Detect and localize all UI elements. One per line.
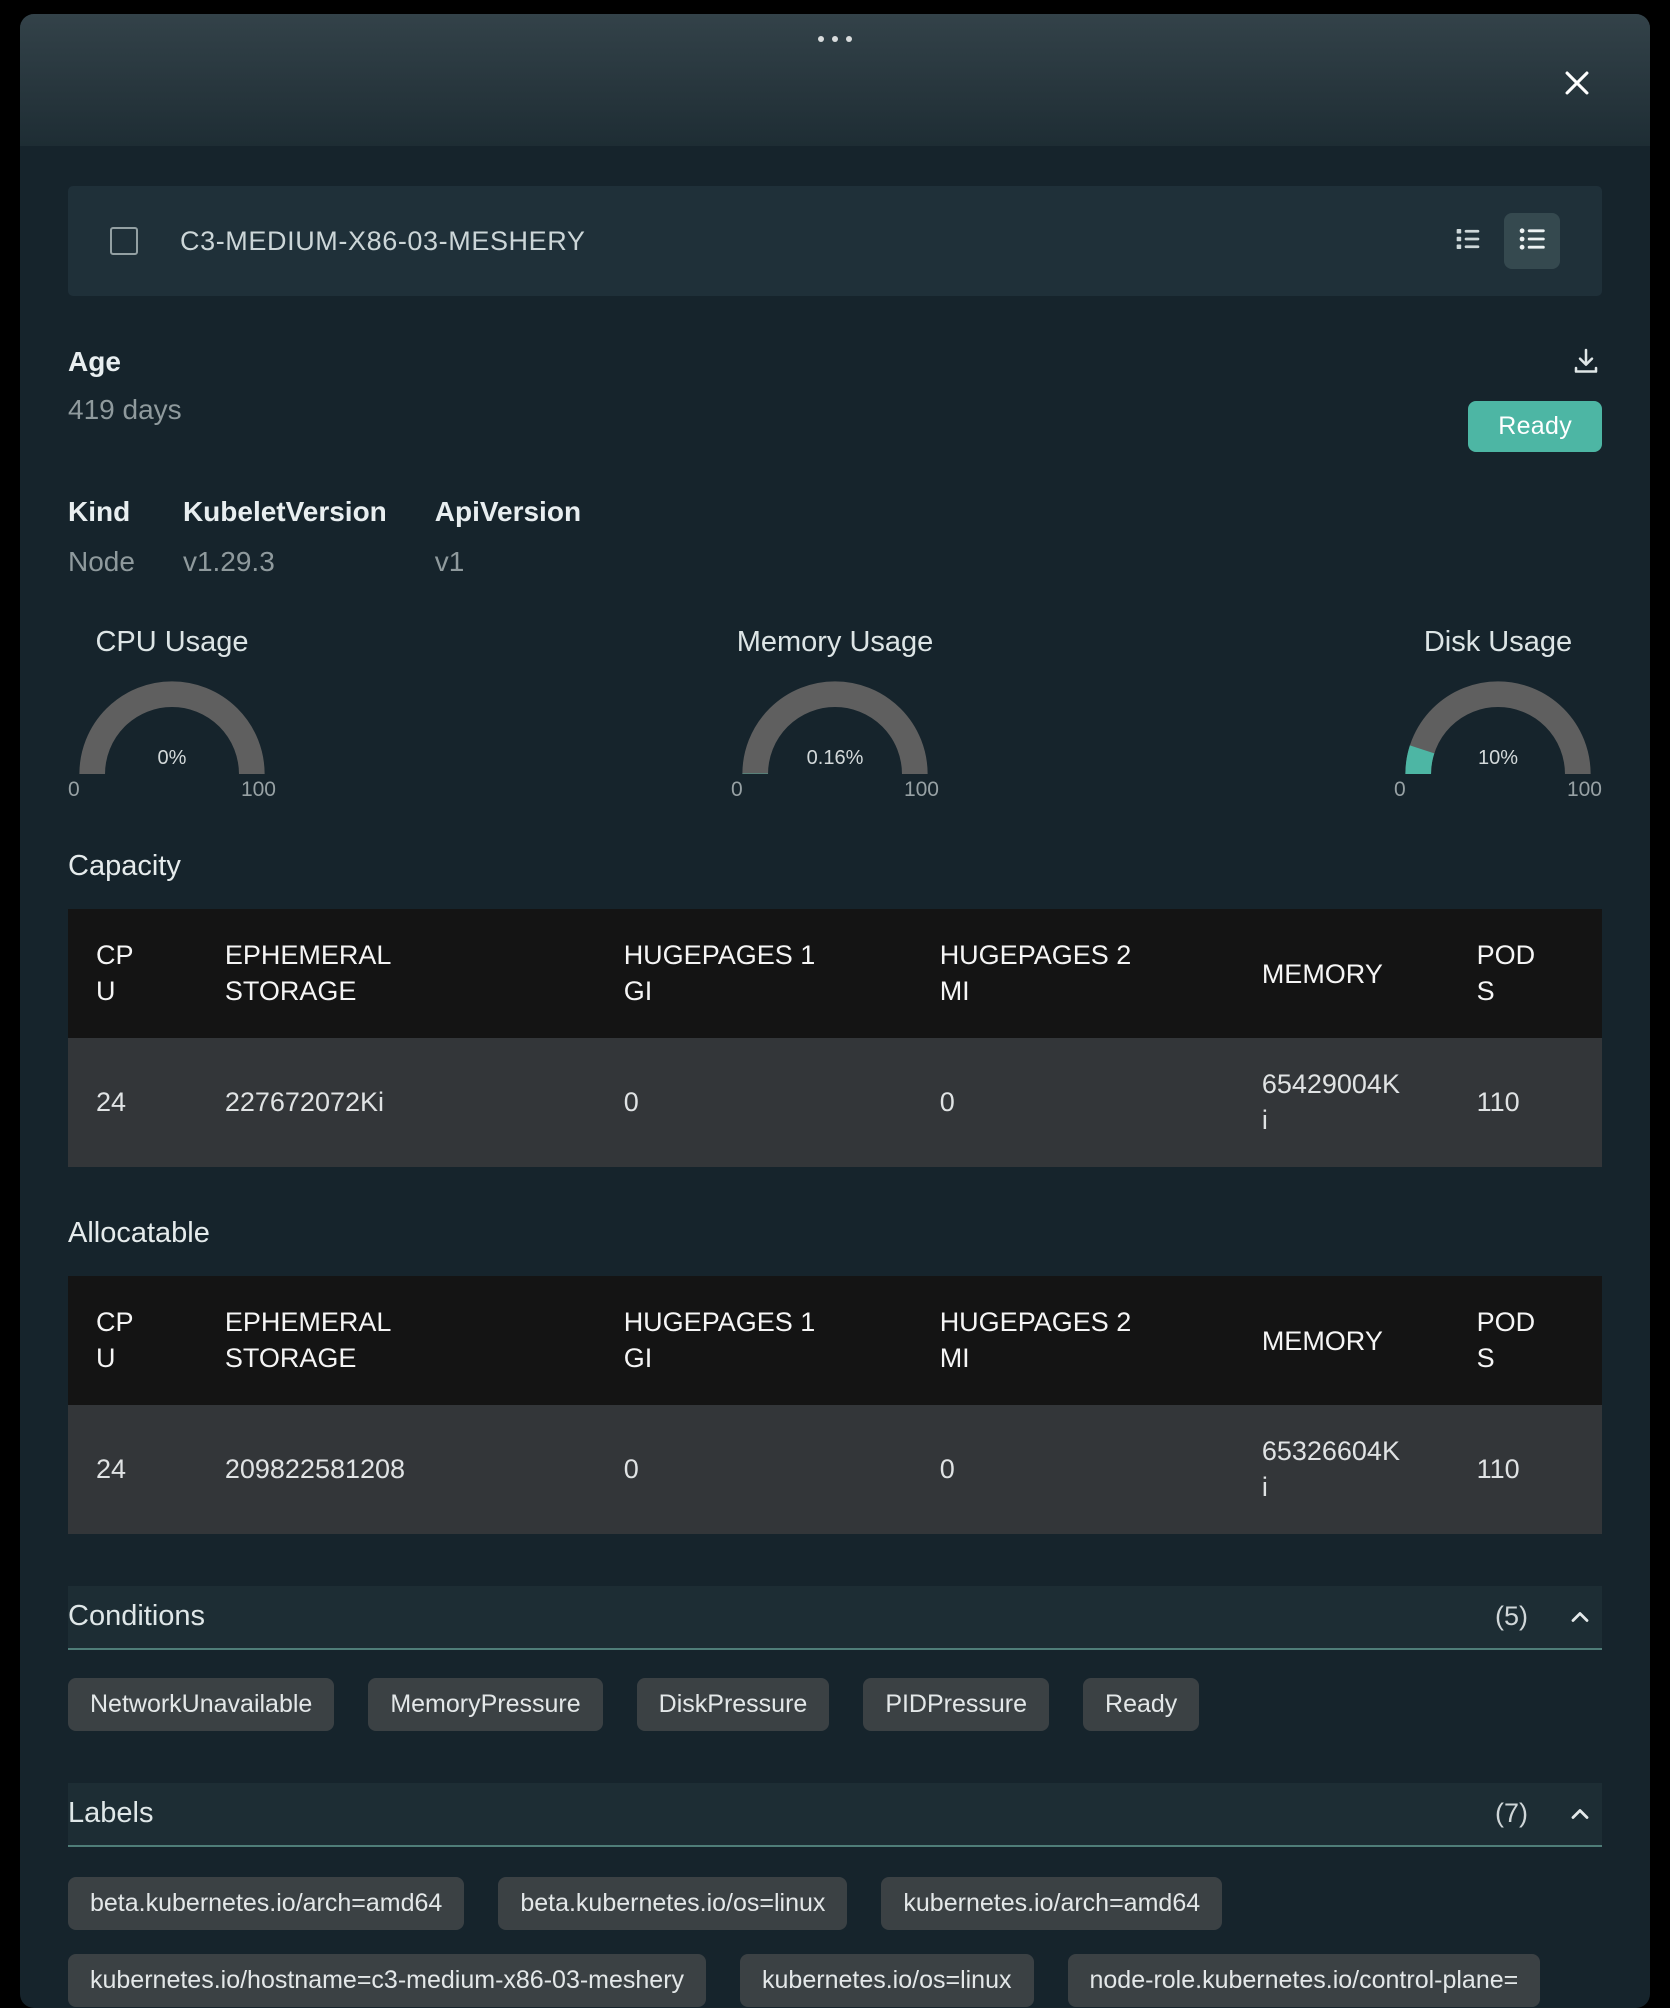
allocatable-table: CPU EPHEMERAL STORAGE HUGEPAGES 1 GI HUG… bbox=[68, 1276, 1602, 1534]
modal-header bbox=[20, 14, 1650, 146]
disk-usage-gauge: Disk Usage 10% 0 100 bbox=[1394, 626, 1602, 802]
kind-value: Node bbox=[68, 546, 135, 578]
meta-api-version: ApiVersion v1 bbox=[435, 496, 581, 578]
allocatable-cpu-value: 24 bbox=[68, 1405, 197, 1534]
chevron-up-icon[interactable] bbox=[1566, 1603, 1594, 1631]
list-view-button[interactable] bbox=[1504, 213, 1560, 269]
allocatable-col-memory: MEMORY bbox=[1234, 1276, 1449, 1405]
detail-view-button[interactable] bbox=[1452, 223, 1484, 260]
conditions-title: Conditions bbox=[68, 1600, 205, 1633]
capacity-hugepages-2mi-value: 0 bbox=[912, 1038, 1234, 1167]
age-value: 419 days bbox=[68, 394, 182, 426]
capacity-table: CPU EPHEMERAL STORAGE HUGEPAGES 1 GI HUG… bbox=[68, 909, 1602, 1167]
detailed-list-icon bbox=[1452, 223, 1484, 260]
capacity-col-hugepages-1gi: HUGEPAGES 1 GI bbox=[596, 909, 912, 1038]
download-icon bbox=[1570, 365, 1602, 382]
gauge-percent: 0.16% bbox=[740, 747, 930, 770]
node-title-card: C3-MEDIUM-X86-03-MESHERY bbox=[68, 186, 1602, 296]
usage-gauges: CPU Usage 0% 0 100 Memory Usage bbox=[68, 626, 1602, 802]
capacity-memory-value: 65429004Ki bbox=[1234, 1038, 1449, 1167]
api-version-label: ApiVersion bbox=[435, 496, 581, 528]
conditions-section-header[interactable]: Conditions (5) bbox=[68, 1586, 1602, 1650]
allocatable-col-pods: PODS bbox=[1449, 1276, 1602, 1405]
capacity-cpu-value: 24 bbox=[68, 1038, 197, 1167]
kind-label: Kind bbox=[68, 496, 135, 528]
gauge-max-label: 100 bbox=[1567, 778, 1602, 802]
condition-chip[interactable]: MemoryPressure bbox=[368, 1678, 602, 1731]
allocatable-col-ephemeral-storage: EPHEMERAL STORAGE bbox=[197, 1276, 596, 1405]
meta-kind: Kind Node bbox=[68, 496, 135, 578]
label-chip[interactable]: kubernetes.io/arch=amd64 bbox=[881, 1877, 1222, 1930]
capacity-col-hugepages-2mi: HUGEPAGES 2 MI bbox=[912, 909, 1234, 1038]
allocatable-title: Allocatable bbox=[68, 1217, 1602, 1250]
meta-kubelet-version: KubeletVersion v1.29.3 bbox=[183, 496, 387, 578]
labels-chip-list: beta.kubernetes.io/arch=amd64 beta.kuber… bbox=[68, 1877, 1602, 2008]
capacity-title: Capacity bbox=[68, 850, 1602, 883]
status-badge: Ready bbox=[1468, 401, 1602, 452]
more-options-dots[interactable] bbox=[812, 30, 858, 48]
cpu-usage-title: CPU Usage bbox=[95, 626, 248, 659]
capacity-col-pods: PODS bbox=[1449, 909, 1602, 1038]
kubelet-version-label: KubeletVersion bbox=[183, 496, 387, 528]
cpu-usage-gauge: CPU Usage 0% 0 100 bbox=[68, 626, 276, 802]
gauge-min-label: 0 bbox=[1394, 778, 1406, 802]
kubelet-version-value: v1.29.3 bbox=[183, 546, 387, 578]
labels-title: Labels bbox=[68, 1797, 153, 1830]
download-button[interactable] bbox=[1570, 346, 1602, 383]
allocatable-col-hugepages-2mi: HUGEPAGES 2 MI bbox=[912, 1276, 1234, 1405]
capacity-hugepages-1gi-value: 0 bbox=[596, 1038, 912, 1167]
capacity-row: 24 227672072Ki 0 0 65429004Ki 110 bbox=[68, 1038, 1602, 1167]
capacity-ephemeral-storage-value: 227672072Ki bbox=[197, 1038, 596, 1167]
gauge-percent: 10% bbox=[1403, 747, 1593, 770]
node-details-modal: C3-MEDIUM-X86-03-MESHERY bbox=[20, 14, 1650, 2008]
condition-chip[interactable]: DiskPressure bbox=[637, 1678, 830, 1731]
conditions-chip-list: NetworkUnavailable MemoryPressure DiskPr… bbox=[68, 1678, 1602, 1731]
condition-chip[interactable]: NetworkUnavailable bbox=[68, 1678, 334, 1731]
close-icon bbox=[1560, 66, 1594, 105]
allocatable-ephemeral-storage-value: 209822581208 bbox=[197, 1405, 596, 1534]
allocatable-hugepages-1gi-value: 0 bbox=[596, 1405, 912, 1534]
gauge-min-label: 0 bbox=[731, 778, 743, 802]
node-select-checkbox[interactable] bbox=[110, 227, 138, 255]
label-chip[interactable]: node-role.kubernetes.io/control-plane= bbox=[1068, 1954, 1541, 2007]
list-view-icon bbox=[1515, 222, 1549, 261]
gauge-max-label: 100 bbox=[904, 778, 939, 802]
node-title: C3-MEDIUM-X86-03-MESHERY bbox=[180, 226, 585, 257]
age-label: Age bbox=[68, 346, 182, 378]
allocatable-row: 24 209822581208 0 0 65326604Ki 110 bbox=[68, 1405, 1602, 1534]
condition-chip[interactable]: Ready bbox=[1083, 1678, 1199, 1731]
node-meta: Kind Node KubeletVersion v1.29.3 ApiVers… bbox=[68, 496, 1602, 578]
label-chip[interactable]: beta.kubernetes.io/os=linux bbox=[498, 1877, 847, 1930]
labels-count: (7) bbox=[1495, 1798, 1528, 1829]
capacity-col-ephemeral-storage: EPHEMERAL STORAGE bbox=[197, 909, 596, 1038]
label-chip[interactable]: beta.kubernetes.io/arch=amd64 bbox=[68, 1877, 464, 1930]
label-chip[interactable]: kubernetes.io/hostname=c3-medium-x86-03-… bbox=[68, 1954, 706, 2007]
gauge-min-label: 0 bbox=[68, 778, 80, 802]
memory-usage-gauge: Memory Usage 0.16% 0 100 bbox=[731, 626, 939, 802]
capacity-col-memory: MEMORY bbox=[1234, 909, 1449, 1038]
api-version-value: v1 bbox=[435, 546, 581, 578]
labels-section-header[interactable]: Labels (7) bbox=[68, 1783, 1602, 1847]
allocatable-hugepages-2mi-value: 0 bbox=[912, 1405, 1234, 1534]
allocatable-memory-value: 65326604Ki bbox=[1234, 1405, 1449, 1534]
close-button[interactable] bbox=[1556, 64, 1598, 106]
chevron-up-icon[interactable] bbox=[1566, 1800, 1594, 1828]
capacity-pods-value: 110 bbox=[1449, 1038, 1602, 1167]
allocatable-col-cpu: CPU bbox=[68, 1276, 197, 1405]
disk-usage-title: Disk Usage bbox=[1424, 626, 1572, 659]
gauge-percent: 0% bbox=[77, 747, 267, 770]
memory-usage-title: Memory Usage bbox=[737, 626, 934, 659]
conditions-count: (5) bbox=[1495, 1601, 1528, 1632]
allocatable-pods-value: 110 bbox=[1449, 1405, 1602, 1534]
condition-chip[interactable]: PIDPressure bbox=[863, 1678, 1049, 1731]
gauge-max-label: 100 bbox=[241, 778, 276, 802]
capacity-col-cpu: CPU bbox=[68, 909, 197, 1038]
label-chip[interactable]: kubernetes.io/os=linux bbox=[740, 1954, 1033, 2007]
allocatable-col-hugepages-1gi: HUGEPAGES 1 GI bbox=[596, 1276, 912, 1405]
